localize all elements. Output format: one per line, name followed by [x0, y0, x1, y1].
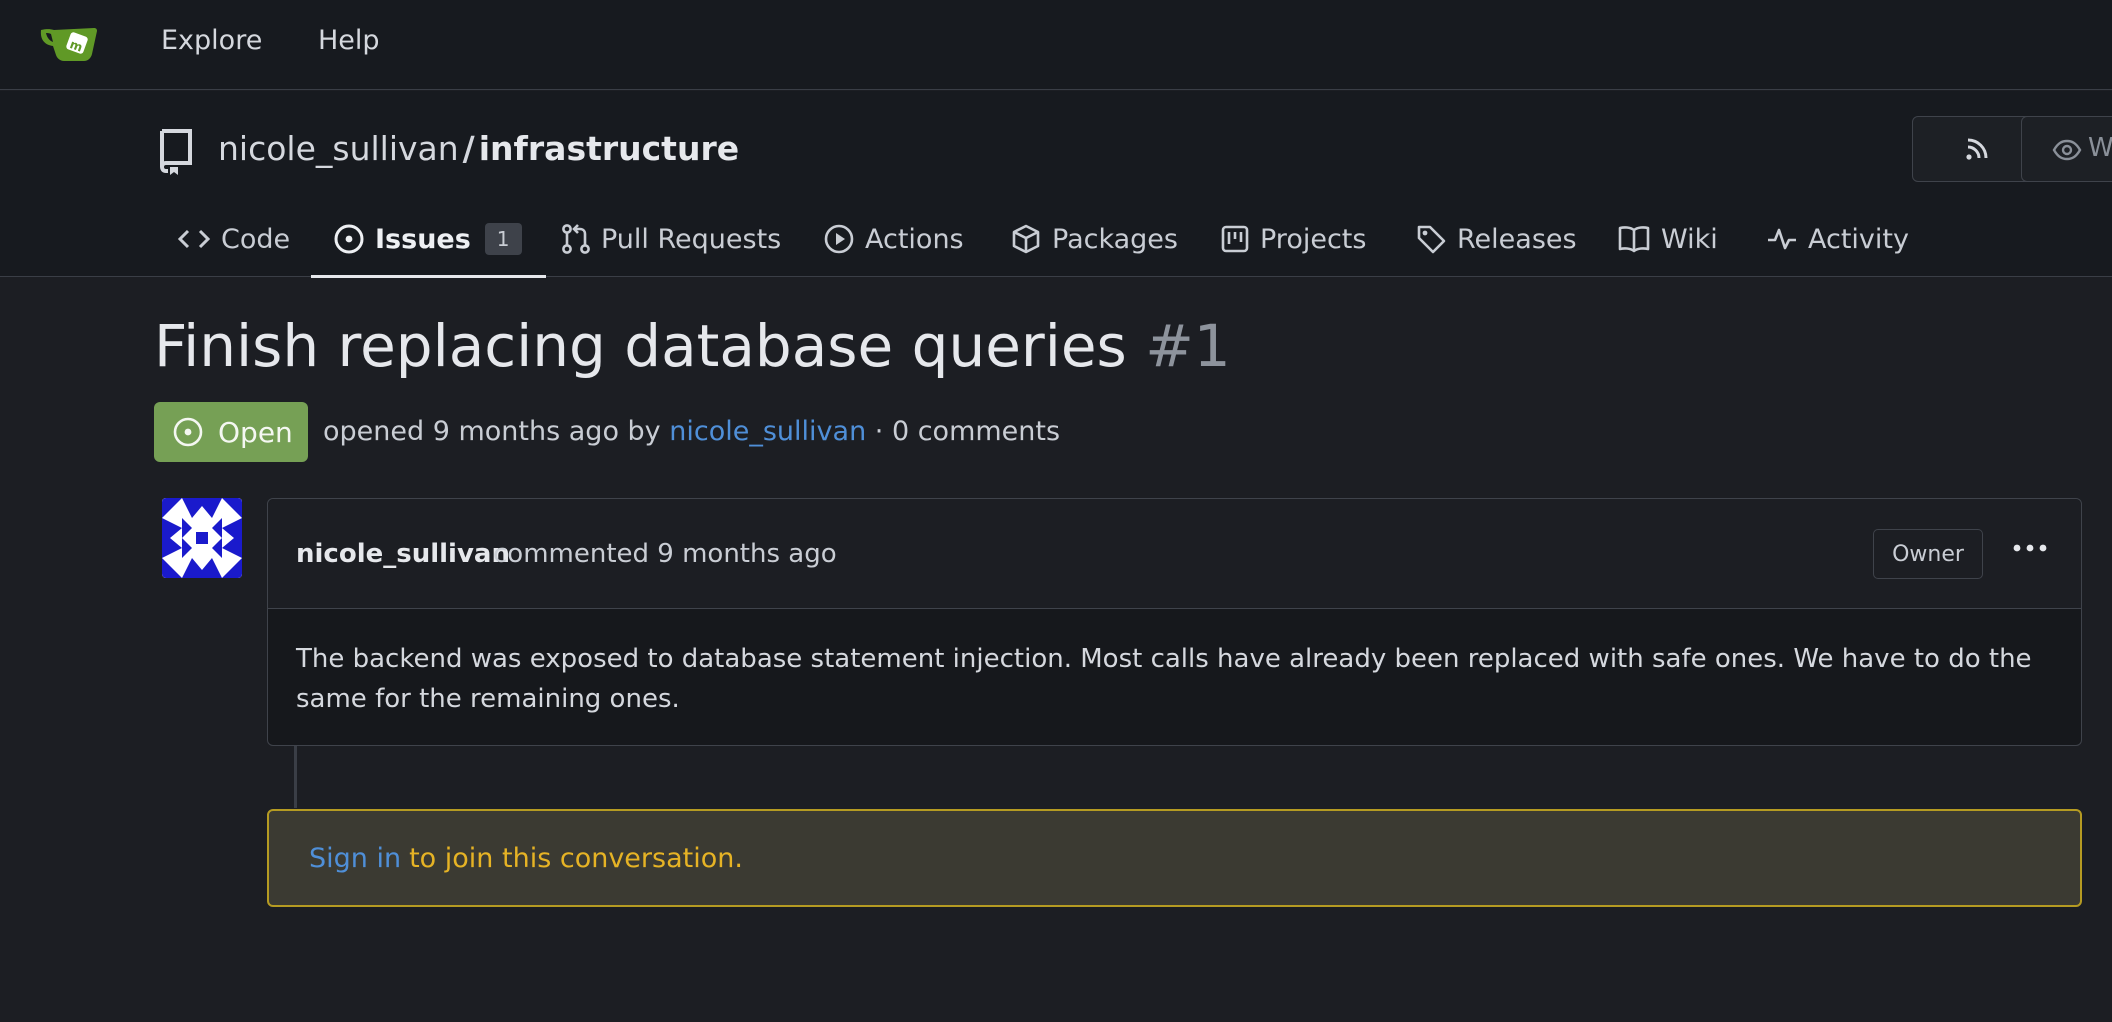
- identicon-avatar: [162, 498, 242, 578]
- tab-label: Code: [221, 223, 291, 255]
- timeline-connector: [294, 746, 297, 808]
- tab-releases[interactable]: Releases: [1415, 201, 1577, 277]
- tab-issues[interactable]: Issues 1: [311, 201, 546, 278]
- tab-label: Actions: [865, 223, 964, 255]
- issue-open-icon: [173, 417, 203, 447]
- watch-label: W: [2088, 133, 2112, 163]
- tab-label: Activity: [1808, 223, 1909, 255]
- tab-label: Issues: [375, 223, 471, 255]
- comment-card: nicole_sullivan commented 9 months ago O…: [267, 498, 2082, 746]
- issue-title-text: Finish replacing database queries: [154, 312, 1127, 380]
- repo-separator: /: [462, 129, 475, 168]
- tab-packages[interactable]: Packages: [1010, 201, 1178, 277]
- avatar[interactable]: [162, 498, 242, 578]
- issue-meta: opened 9 months ago by nicole_sullivan ·…: [323, 416, 1060, 447]
- repo-breadcrumb: nicole_sullivan / infrastructure: [218, 129, 739, 168]
- repo-tabs: Code Issues 1 Pull Requests Actions Pack…: [0, 201, 2112, 278]
- repo-name-link[interactable]: infrastructure: [479, 129, 739, 168]
- rss-icon: [1966, 138, 1988, 160]
- issue-title: Finish replacing database queries #1: [154, 312, 1231, 380]
- tab-wiki[interactable]: Wiki: [1617, 201, 1718, 277]
- eye-icon: [2052, 139, 2082, 161]
- code-icon: [177, 229, 211, 249]
- comment-more-button[interactable]: [2003, 523, 2057, 573]
- signin-notice: Sign in to join this conversation.: [267, 809, 2082, 907]
- pull-request-icon: [562, 224, 590, 254]
- issue-status-label: Open: [218, 415, 293, 449]
- issue-icon: [334, 224, 364, 254]
- nav-help-link[interactable]: Help: [318, 25, 380, 56]
- issue-author-link[interactable]: nicole_sullivan: [669, 416, 866, 447]
- play-icon: [824, 224, 854, 254]
- tab-label: Projects: [1260, 223, 1367, 255]
- comment-timestamp: commented 9 months ago: [493, 539, 837, 569]
- comment-author-link[interactable]: nicole_sullivan: [296, 539, 510, 569]
- tab-label: Packages: [1052, 223, 1178, 255]
- package-icon: [1012, 224, 1040, 254]
- book-icon: [1618, 226, 1650, 253]
- project-icon: [1221, 225, 1249, 253]
- issue-status-badge: Open: [154, 402, 308, 462]
- tab-label: Releases: [1457, 223, 1577, 255]
- kebab-horizontal-icon: [2013, 544, 2047, 552]
- repo-icon: [159, 129, 192, 175]
- repo-header: nicole_sullivan/infrastructure W Code: [0, 91, 2112, 278]
- tab-pull-requests[interactable]: Pull Requests: [561, 201, 781, 277]
- tag-icon: [1417, 225, 1446, 254]
- comment-body: The backend was exposed to database stat…: [296, 644, 2032, 714]
- tab-projects[interactable]: Projects: [1220, 201, 1366, 277]
- owner-role-badge: Owner: [1873, 529, 1983, 579]
- tab-label: Wiki: [1661, 223, 1718, 255]
- tab-label: Pull Requests: [601, 223, 782, 255]
- issue-meta-prefix: opened 9 months ago by: [323, 416, 661, 447]
- issue-number: #1: [1145, 312, 1231, 380]
- signin-notice-text: to join this conversation.: [409, 842, 743, 874]
- issue-meta-suffix: · 0 comments: [874, 416, 1061, 447]
- watch-button[interactable]: W: [2021, 116, 2112, 182]
- tab-activity[interactable]: Activity: [1766, 201, 1909, 277]
- repo-owner-link[interactable]: nicole_sullivan: [218, 129, 459, 168]
- issue-count-badge: 1: [484, 223, 522, 255]
- sign-in-link[interactable]: Sign in: [309, 843, 401, 874]
- top-navbar: m Explore Help: [0, 0, 2112, 90]
- gitea-logo-icon[interactable]: m: [38, 20, 100, 66]
- tab-actions[interactable]: Actions: [823, 201, 964, 277]
- comment-header: nicole_sullivan commented 9 months ago O…: [268, 499, 2081, 609]
- tab-code[interactable]: Code: [177, 201, 290, 277]
- nav-explore-link[interactable]: Explore: [161, 25, 262, 56]
- pulse-icon: [1768, 228, 1796, 250]
